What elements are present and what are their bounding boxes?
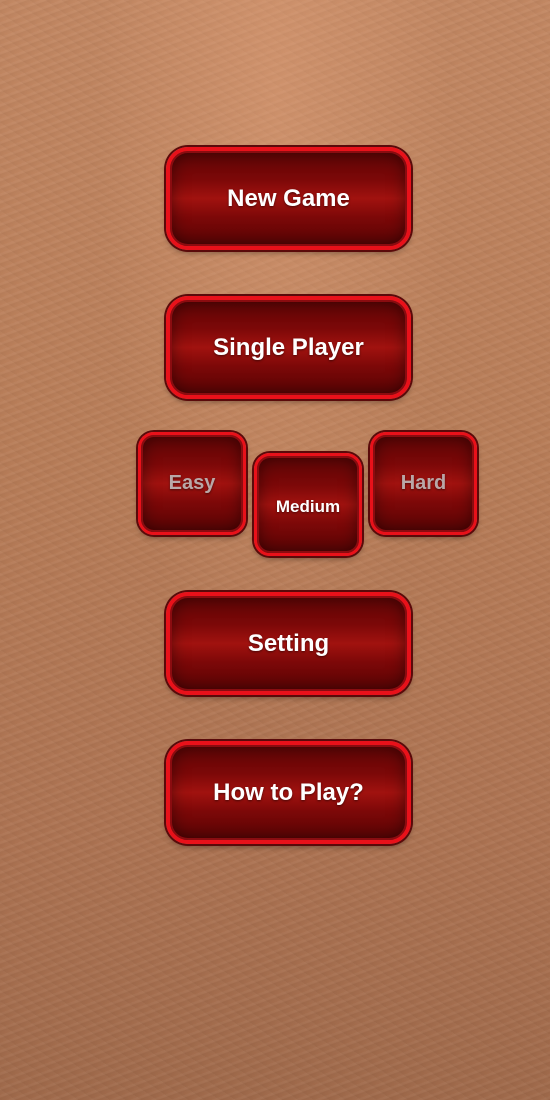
- single-player-label: Single Player: [213, 333, 364, 361]
- difficulty-hard-button[interactable]: Hard: [370, 432, 477, 535]
- how-to-play-button[interactable]: How to Play?: [166, 741, 411, 844]
- difficulty-medium-label: Medium: [275, 496, 341, 516]
- single-player-button[interactable]: Single Player: [166, 296, 411, 399]
- difficulty-medium-button[interactable]: Medium: [254, 453, 362, 556]
- difficulty-hard-label: Hard: [400, 472, 447, 494]
- setting-button[interactable]: Setting: [166, 592, 411, 695]
- difficulty-easy-button[interactable]: Easy: [138, 432, 246, 535]
- setting-label: Setting: [247, 629, 330, 657]
- new-game-button[interactable]: New Game: [166, 147, 411, 250]
- how-to-play-label: How to Play?: [213, 778, 364, 806]
- new-game-label: New Game: [227, 184, 350, 212]
- menu-screen: New Game Single Player Easy Medium Hard …: [0, 0, 550, 1100]
- difficulty-easy-label: Easy: [168, 472, 216, 494]
